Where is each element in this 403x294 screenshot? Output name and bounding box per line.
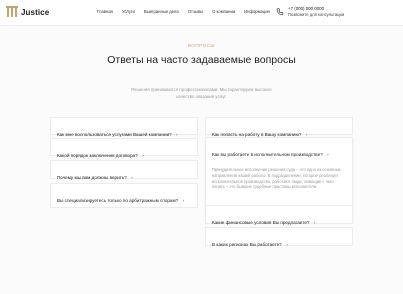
section-subtitle: Решения принимаются профессионалами. Мы … xyxy=(131,87,272,99)
faq-question: Какие финансовые условия Вы предлагаете? xyxy=(212,220,310,225)
chevron-right-icon: › xyxy=(182,198,185,203)
faq-section: ВОПРОСЫ Ответы на часто задаваемые вопро… xyxy=(0,26,403,294)
logo[interactable]: Justice xyxy=(6,6,49,18)
faq-question: В каких регионах Вы работаете? xyxy=(212,242,282,247)
faq-question: Вы специализируетесь только по арбитражн… xyxy=(57,198,179,203)
faq-question: Как мне воспользоваться услугами Вашей к… xyxy=(57,132,172,137)
logo-text: Justice xyxy=(21,7,50,17)
header-contact[interactable]: +7 (000) 000 0000 Позвоните для консульт… xyxy=(276,6,344,18)
nav-item-about[interactable]: О компании xyxy=(212,9,235,14)
faq-item[interactable]: В каких регионах Вы работаете? › xyxy=(205,227,353,247)
faq-question: Почему мы вам должны верить? xyxy=(57,175,127,180)
phone-icon xyxy=(276,8,284,16)
chevron-right-icon: › xyxy=(286,242,288,247)
faq-item[interactable]: Вы специализируетесь только по арбитражн… xyxy=(50,183,198,208)
faq-item[interactable]: Какие финансовые условия Вы предлагаете?… xyxy=(205,205,353,225)
nav-item-reviews[interactable]: Отзывы xyxy=(188,9,203,14)
chevron-right-icon: › xyxy=(142,153,144,158)
section-title: Ответы на часто задаваемые вопросы xyxy=(107,54,296,66)
faq-item[interactable]: Как мне воспользоваться услугами Вашей к… xyxy=(50,117,198,137)
chevron-right-icon: › xyxy=(176,132,178,137)
chevron-right-icon: › xyxy=(327,152,329,157)
faq-item[interactable]: Как попасть на работу в Вашу компанию? › xyxy=(205,117,353,137)
site-header: Justice Главная Услуги Выигранные дела О… xyxy=(0,0,403,26)
nav-item-won-cases[interactable]: Выигранные дела xyxy=(144,9,179,14)
logo-columns-icon xyxy=(6,6,18,18)
callback-label: Позвоните для консультации xyxy=(288,12,345,17)
faq-answer: Принудительное исполнение решения суда –… xyxy=(212,167,341,190)
faq-item[interactable]: Какой порядок заключения договора? › xyxy=(50,138,198,158)
faq-question: Какой порядок заключения договора? xyxy=(57,153,138,158)
chevron-right-icon: › xyxy=(313,220,316,225)
main-nav: Главная Услуги Выигранные дела Отзывы О … xyxy=(97,9,270,14)
nav-item-info[interactable]: Информация xyxy=(244,9,270,14)
chevron-right-icon: › xyxy=(131,175,133,180)
nav-item-home[interactable]: Главная xyxy=(97,9,113,14)
faq-question: Как вы работаете в исполнительном произв… xyxy=(212,152,323,157)
section-eyebrow: ВОПРОСЫ xyxy=(187,43,216,48)
faq-item[interactable]: Почему мы вам должны верить? › xyxy=(50,160,198,180)
nav-item-services[interactable]: Услуги xyxy=(122,9,135,14)
